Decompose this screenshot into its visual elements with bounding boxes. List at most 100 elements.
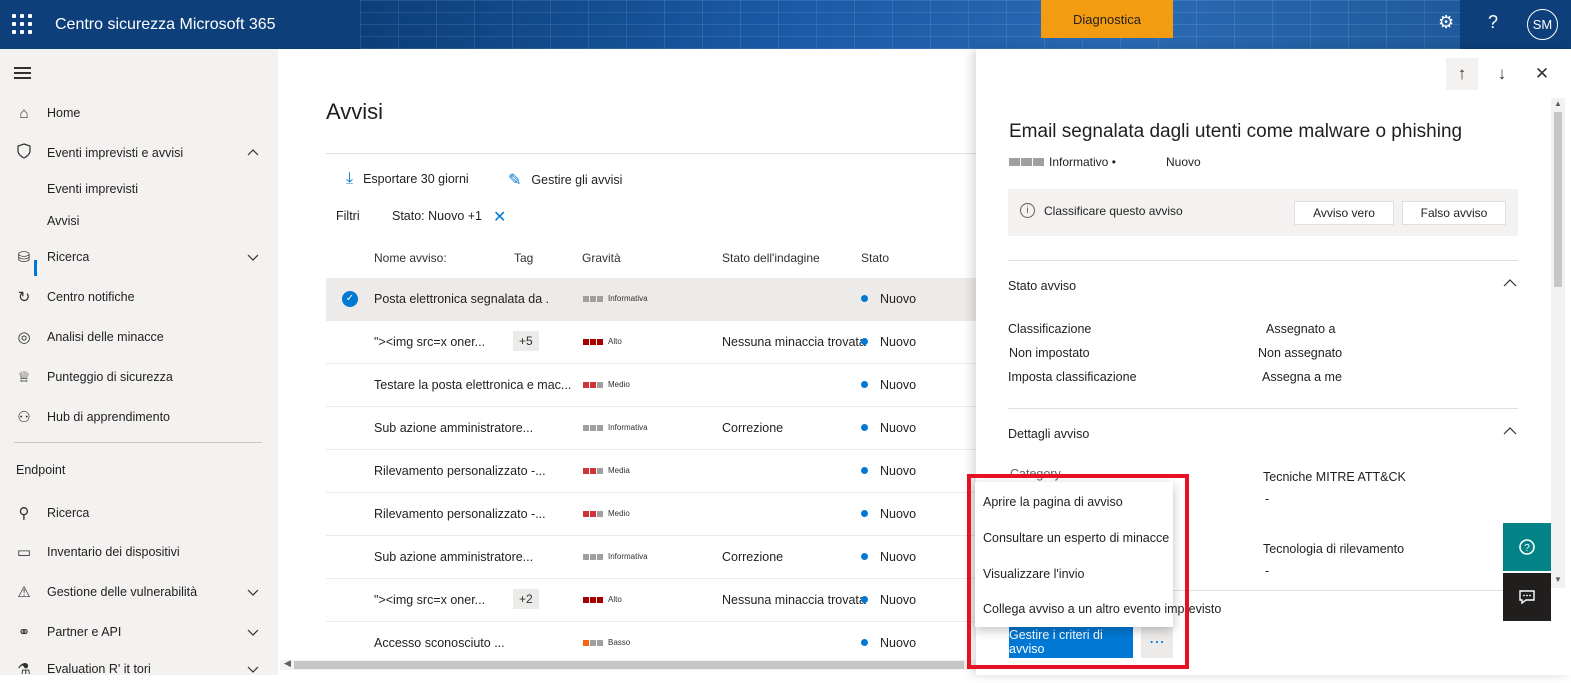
column-header-name[interactable]: Nome avviso: [374, 251, 447, 265]
pencil-icon: ✎ [508, 172, 522, 189]
export-button[interactable]: ⤓ Esportare 30 giorni [346, 170, 469, 188]
filter-chip[interactable]: Stato: Nuovo +1 [392, 209, 482, 223]
menu-item-link-incident[interactable]: Collega avviso a un altro evento imprevi… [983, 602, 1221, 616]
alert-name[interactable]: "><img src=x oner... [374, 335, 485, 349]
sidebar-item-alerts[interactable]: Avvisi [0, 207, 278, 235]
avatar[interactable]: SM [1527, 9, 1558, 40]
table-row[interactable]: Sub azione amministratore... Informativa C… [326, 536, 986, 579]
app-launcher-icon[interactable] [12, 14, 32, 34]
question-icon[interactable]: ? [1488, 12, 1498, 33]
menu-item-open-alert-page[interactable]: Aprire la pagina di avviso [983, 495, 1123, 509]
page-title: Avvisi [326, 99, 384, 124]
sidebar-item-partners-api[interactable]: ⚭ Partner e API [0, 618, 278, 646]
sidebar-item-incidents[interactable]: Eventi imprevisti [0, 175, 278, 203]
false-alert-button[interactable]: Falso avviso [1402, 201, 1506, 225]
menu-item-consult-expert[interactable]: Consultare un esperto di minacce [983, 531, 1169, 545]
alert-name[interactable]: Testare la posta elettronica e mac... [374, 378, 571, 392]
checkmark-icon[interactable]: ✓ [342, 291, 358, 307]
alert-name[interactable]: Posta elettronica segnalata da . [374, 292, 549, 306]
alert-status: Nuovo [880, 378, 917, 392]
column-header-investigation[interactable]: Stato dell'indagine [722, 251, 820, 265]
alert-status: Nuovo [880, 550, 917, 564]
horizontal-scrollbar[interactable]: ◀ [280, 658, 976, 670]
alert-state-section[interactable]: Stato avviso [1008, 279, 1076, 293]
vertical-scrollbar[interactable]: ▲ ▼ [1551, 98, 1565, 588]
hamburger-icon[interactable] [14, 67, 31, 82]
chevron-down-icon[interactable] [246, 250, 260, 264]
table-row[interactable]: Rilevamento personalizzato -... Medio Nuov… [326, 493, 986, 536]
arrow-down-icon[interactable]: ↓ [1486, 58, 1518, 90]
chevron-down-icon[interactable] [246, 625, 260, 639]
status-dot [861, 639, 868, 646]
tag-badge[interactable]: +5 [513, 331, 539, 351]
true-alert-button[interactable]: Avviso vero [1294, 201, 1394, 225]
sidebar-item-vulnerability[interactable]: ⚠ Gestione delle vulnerabilità [0, 578, 278, 606]
sidebar-item-label: Hub di apprendimento [47, 410, 170, 424]
clear-filter-icon[interactable]: ✕ [493, 207, 506, 227]
sidebar-item-hunting[interactable]: ⛁ Ricerca [0, 243, 278, 271]
severity-indicator: Medio [583, 509, 630, 518]
scrollbar-thumb[interactable] [1554, 112, 1562, 287]
sidebar-item-learning-hub[interactable]: ⚇ Hub di apprendimento [0, 403, 278, 431]
sidebar-item-incidents-alerts[interactable]: Eventi imprevisti e avvisi [0, 139, 278, 167]
sidebar-item-threat-analytics[interactable]: ◎ Analisi delle minacce [0, 323, 278, 351]
tag-badge[interactable]: +2 [513, 589, 539, 609]
alert-name[interactable]: "><img src=x oner... [374, 593, 485, 607]
close-icon[interactable]: ✕ [1526, 58, 1558, 90]
table-row[interactable]: "><img src=x oner... +5 Alto Nessuna minacc… [326, 321, 986, 364]
sidebar-item-device-inventory[interactable]: ▭ Inventario dei dispositivi [0, 538, 278, 566]
column-header-tag[interactable]: Tag [514, 251, 533, 265]
table-row[interactable]: Sub azione amministratore... Informativa C… [326, 407, 986, 450]
alert-name[interactable]: Sub azione amministratore... [374, 550, 533, 564]
chevron-down-icon[interactable] [246, 662, 260, 676]
sidebar-item-action-center[interactable]: ↻ Centro notifiche [0, 283, 278, 311]
alert-name[interactable]: Sub azione amministratore... [374, 421, 533, 435]
manage-alert-policy-button[interactable]: Gestire i criteri di avviso [1009, 626, 1133, 658]
help-button[interactable]: ? [1503, 523, 1551, 571]
table-row[interactable]: Rilevamento personalizzato -... Media Nuov… [326, 450, 986, 493]
arrow-up-icon[interactable]: ↑ [1446, 58, 1478, 90]
status-dot [861, 381, 868, 388]
assign-to-me-link[interactable]: Assegna a me [1262, 370, 1342, 384]
alert-name[interactable]: Rilevamento personalizzato -... [374, 507, 546, 521]
alert-name[interactable]: Rilevamento personalizzato -... [374, 464, 546, 478]
severity-indicator: Basso [583, 638, 630, 647]
panel-status: Nuovo [1166, 155, 1201, 169]
sidebar-item-home[interactable]: ⌂ Home [0, 99, 278, 127]
sidebar-item-label: Ricerca [47, 250, 90, 264]
sidebar-item-label: Eventi imprevisti [47, 182, 138, 196]
chevron-up-icon[interactable] [1502, 275, 1518, 291]
scroll-up-icon[interactable]: ▲ [1554, 99, 1562, 108]
chevron-up-icon[interactable] [246, 146, 260, 160]
feedback-button[interactable] [1503, 573, 1551, 621]
more-options-button[interactable]: ⋯ [1141, 626, 1173, 658]
classification-value: Non impostato [1009, 346, 1090, 360]
category-label: Category [1010, 467, 1061, 481]
alert-details-section[interactable]: Dettagli avviso [1008, 427, 1089, 441]
manage-alerts-button[interactable]: ✎ Gestire gli avvisi [508, 170, 622, 190]
column-header-severity[interactable]: Gravità [582, 251, 621, 265]
sidebar-item-evaluation[interactable]: ⚗ Evaluation R' it tori [0, 655, 278, 683]
table-row[interactable]: ✓ Posta elettronica segnalata da . Informa… [326, 278, 986, 321]
app-title[interactable]: Centro sicurezza Microsoft 365 [55, 16, 276, 34]
scroll-left-icon[interactable]: ◀ [284, 658, 291, 669]
column-header-status[interactable]: Stato [861, 251, 889, 265]
table-row[interactable]: Accesso sconosciuto ... Basso Nuovo [326, 622, 986, 665]
diagnostic-button[interactable]: Diagnostica [1041, 0, 1173, 38]
table-row[interactable]: "><img src=x oner... +2 Alto Nessuna minacc… [326, 579, 986, 622]
sidebar-item-endpoint-search[interactable]: ⚲ Ricerca [0, 499, 278, 527]
sidebar-item-secure-score[interactable]: ♕ Punteggio di sicurezza [0, 363, 278, 391]
evaluation-icon: ⚗ [17, 661, 31, 678]
chevron-up-icon[interactable] [1502, 423, 1518, 439]
scrollbar-thumb[interactable] [294, 661, 964, 669]
gear-icon[interactable]: ⚙ [1438, 12, 1454, 33]
scroll-down-icon[interactable]: ▼ [1554, 575, 1562, 584]
chevron-down-icon[interactable] [246, 585, 260, 599]
set-classification-link[interactable]: Imposta classificazione [1008, 370, 1137, 384]
status-dot [861, 467, 868, 474]
menu-item-view-submission[interactable]: Visualizzare l'invio [983, 567, 1085, 581]
alert-name[interactable]: Accesso sconosciuto ... [374, 636, 505, 650]
table-row[interactable]: Testare la posta elettronica e mac... Med… [326, 364, 986, 407]
partner-icon: ⚭ [17, 624, 31, 641]
investigation-state: Nessuna minaccia trovata [722, 335, 866, 349]
